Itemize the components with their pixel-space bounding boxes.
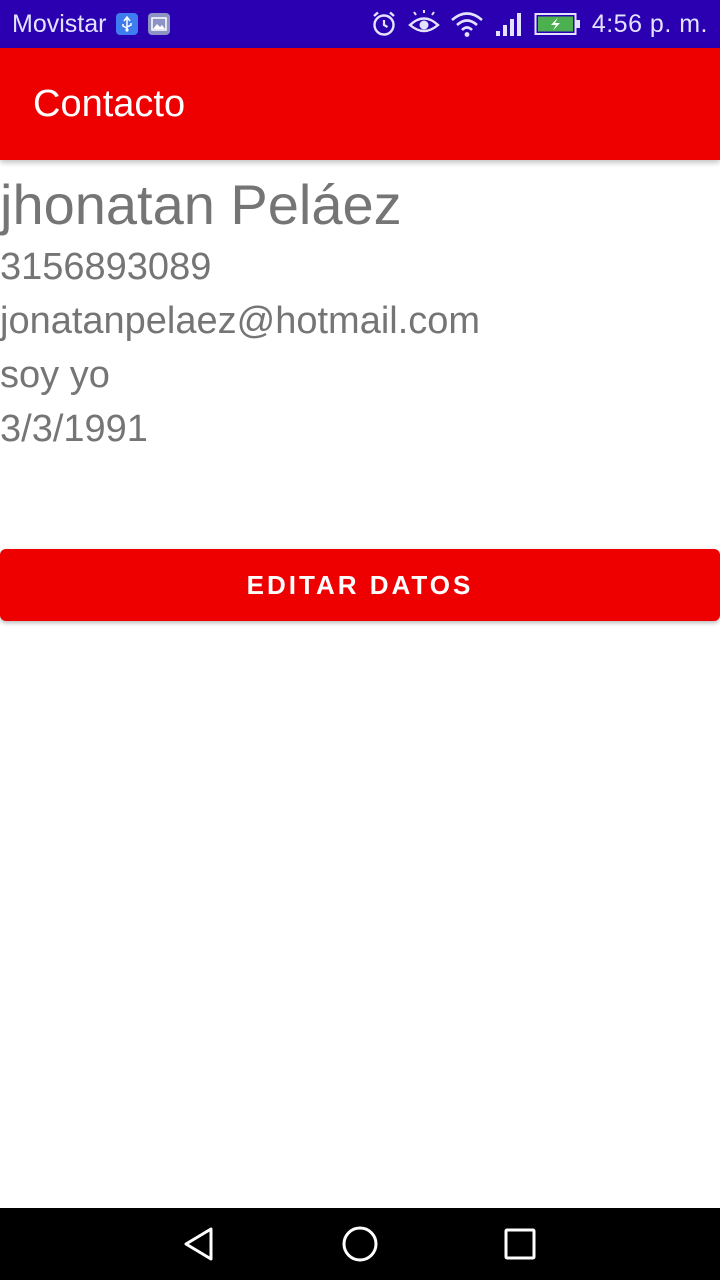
- back-icon[interactable]: [175, 1219, 225, 1269]
- home-icon[interactable]: [335, 1219, 385, 1269]
- eye-icon: [408, 10, 440, 38]
- navigation-bar: [0, 1208, 720, 1280]
- status-right: 4:56 p. m.: [370, 10, 708, 39]
- page-title: Contacto: [33, 82, 186, 125]
- alarm-icon: [370, 10, 398, 38]
- contact-phone: 3156893089: [0, 246, 212, 288]
- contact-birthdate: 3/3/1991: [0, 408, 148, 450]
- status-time: 4:56 p. m.: [591, 9, 708, 38]
- status-left: Movistar: [12, 9, 171, 39]
- battery-icon: [534, 11, 582, 37]
- edit-data-button[interactable]: EDITAR DATOS: [0, 549, 720, 621]
- status-bar: Movistar 4:56 p. m.: [0, 0, 720, 48]
- recents-icon[interactable]: [495, 1219, 545, 1269]
- contact-email: jonatanpelaez@hotmail.com: [0, 300, 481, 342]
- contact-details: jhonatan Peláez 3156893089 jonatanpelaez…: [0, 170, 720, 456]
- signal-icon: [494, 10, 524, 38]
- image-icon: [148, 13, 171, 35]
- wifi-icon: [450, 10, 484, 38]
- contact-name: jhonatan Peláez: [0, 173, 402, 236]
- usb-icon: [116, 13, 139, 35]
- contact-description: soy yo: [0, 354, 110, 396]
- app-bar: Contacto: [0, 48, 720, 160]
- carrier-label: Movistar: [12, 9, 107, 38]
